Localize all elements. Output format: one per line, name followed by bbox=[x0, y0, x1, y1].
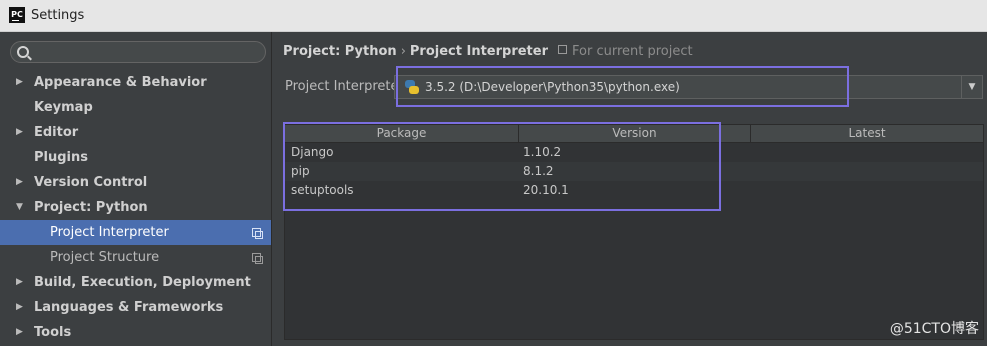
scope-label: For current project bbox=[572, 44, 693, 59]
interpreter-label: Project Interpreter: bbox=[285, 79, 409, 94]
window-titlebar: PC Settings bbox=[0, 0, 987, 32]
tree-item-label: Languages & Frameworks bbox=[34, 300, 224, 315]
settings-sidebar: ▶ Appearance & Behavior Keymap ▶ Editor … bbox=[0, 32, 272, 346]
tree-item-label: Project Structure bbox=[50, 250, 160, 265]
project-scope-icon bbox=[252, 253, 263, 264]
tree-item-version-control[interactable]: ▶ Version Control bbox=[0, 170, 271, 195]
search-icon bbox=[17, 46, 29, 58]
breadcrumb-separator: › bbox=[400, 44, 406, 59]
packages-highlight-box bbox=[283, 122, 721, 211]
breadcrumb-current: Project Interpreter bbox=[409, 44, 548, 59]
interpreter-highlight-box bbox=[396, 66, 849, 107]
tree-item-languages-frameworks[interactable]: ▶ Languages & Frameworks bbox=[0, 295, 271, 320]
dropdown-arrow-icon[interactable]: ▼ bbox=[961, 76, 982, 98]
window-title: Settings bbox=[31, 8, 85, 23]
watermark: @51CTO博客 bbox=[889, 321, 979, 337]
tree-item-label: Build, Execution, Deployment bbox=[34, 275, 251, 290]
tree-item-label: Version Control bbox=[34, 175, 148, 190]
tree-item-label: Project: Python bbox=[34, 200, 148, 215]
tree-item-plugins[interactable]: Plugins bbox=[0, 145, 271, 170]
breadcrumb: Project: Python › Project Interpreter For c… bbox=[283, 44, 693, 59]
expand-arrow-icon[interactable]: ▶ bbox=[16, 270, 23, 295]
expand-arrow-icon[interactable]: ▶ bbox=[16, 120, 23, 145]
column-header-latest[interactable]: Latest bbox=[751, 125, 983, 142]
tree-item-label: Tools bbox=[34, 325, 72, 340]
tree-item-label: Plugins bbox=[34, 150, 88, 165]
project-scope-icon bbox=[558, 45, 567, 54]
collapse-arrow-icon[interactable]: ▼ bbox=[16, 195, 23, 220]
tree-item-project-structure[interactable]: Project Structure bbox=[0, 245, 271, 270]
project-scope-icon bbox=[252, 228, 263, 239]
settings-tree: ▶ Appearance & Behavior Keymap ▶ Editor … bbox=[0, 70, 271, 345]
expand-arrow-icon[interactable]: ▶ bbox=[16, 320, 23, 345]
tree-item-label: Editor bbox=[34, 125, 79, 140]
expand-arrow-icon[interactable]: ▶ bbox=[16, 70, 23, 95]
tree-item-build-execution-deployment[interactable]: ▶ Build, Execution, Deployment bbox=[0, 270, 271, 295]
pycharm-icon: PC bbox=[9, 7, 25, 23]
search-input[interactable] bbox=[10, 41, 266, 63]
tree-item-appearance-behavior[interactable]: ▶ Appearance & Behavior bbox=[0, 70, 271, 95]
tree-item-label: Keymap bbox=[34, 100, 93, 115]
tree-item-project-interpreter[interactable]: Project Interpreter bbox=[0, 220, 271, 245]
tree-item-tools[interactable]: ▶ Tools bbox=[0, 320, 271, 345]
tree-item-label: Project Interpreter bbox=[50, 225, 169, 240]
tree-item-label: Appearance & Behavior bbox=[34, 75, 207, 90]
tree-item-editor[interactable]: ▶ Editor bbox=[0, 120, 271, 145]
tree-item-keymap[interactable]: Keymap bbox=[0, 95, 271, 120]
expand-arrow-icon[interactable]: ▶ bbox=[16, 295, 23, 320]
tree-item-project-python[interactable]: ▼ Project: Python bbox=[0, 195, 271, 220]
breadcrumb-parent: Project: Python bbox=[283, 44, 397, 59]
expand-arrow-icon[interactable]: ▶ bbox=[16, 170, 23, 195]
